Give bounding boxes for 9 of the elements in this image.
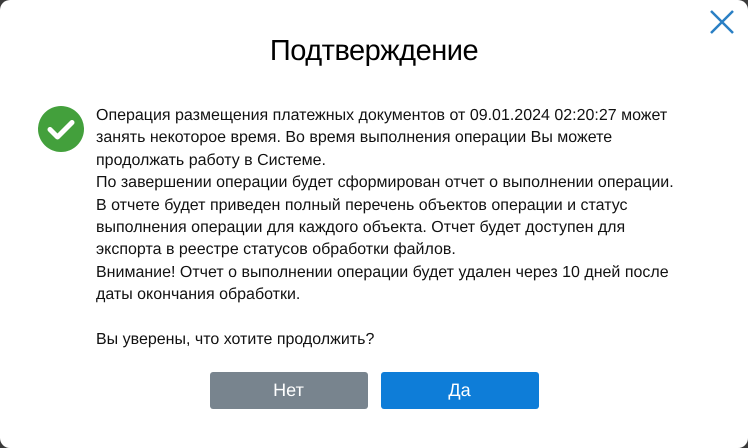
- confirmation-question: Вы уверены, что хотите продолжить?: [96, 330, 376, 350]
- close-icon: [709, 9, 735, 35]
- message-paragraph: По завершении операции будет сформирован отчет о выполнении операции. В отчете будет приведен полный перечень объектов операции и статус выполнения операции для каждого объекта. Отчет будет доступен для экспорта в реестре статусов обработки файлов.: [96, 173, 675, 260]
- check-circle-icon: [38, 106, 84, 152]
- message-paragraph: Операция размещения платежных документов от 09.01.2024 02:20:27 может занять некоторое время. Во время выполнения операции Вы можете продолжать работу в Системе.: [96, 106, 668, 171]
- message-paragraph: Внимание! Отчет о выполнении операции будет удален через 10 дней после даты окончания обработки.: [96, 262, 670, 306]
- dialog-title: Подтверждение: [270, 34, 478, 69]
- cancel-button[interactable]: Нет: [210, 372, 368, 410]
- confirm-button[interactable]: Да: [380, 372, 538, 410]
